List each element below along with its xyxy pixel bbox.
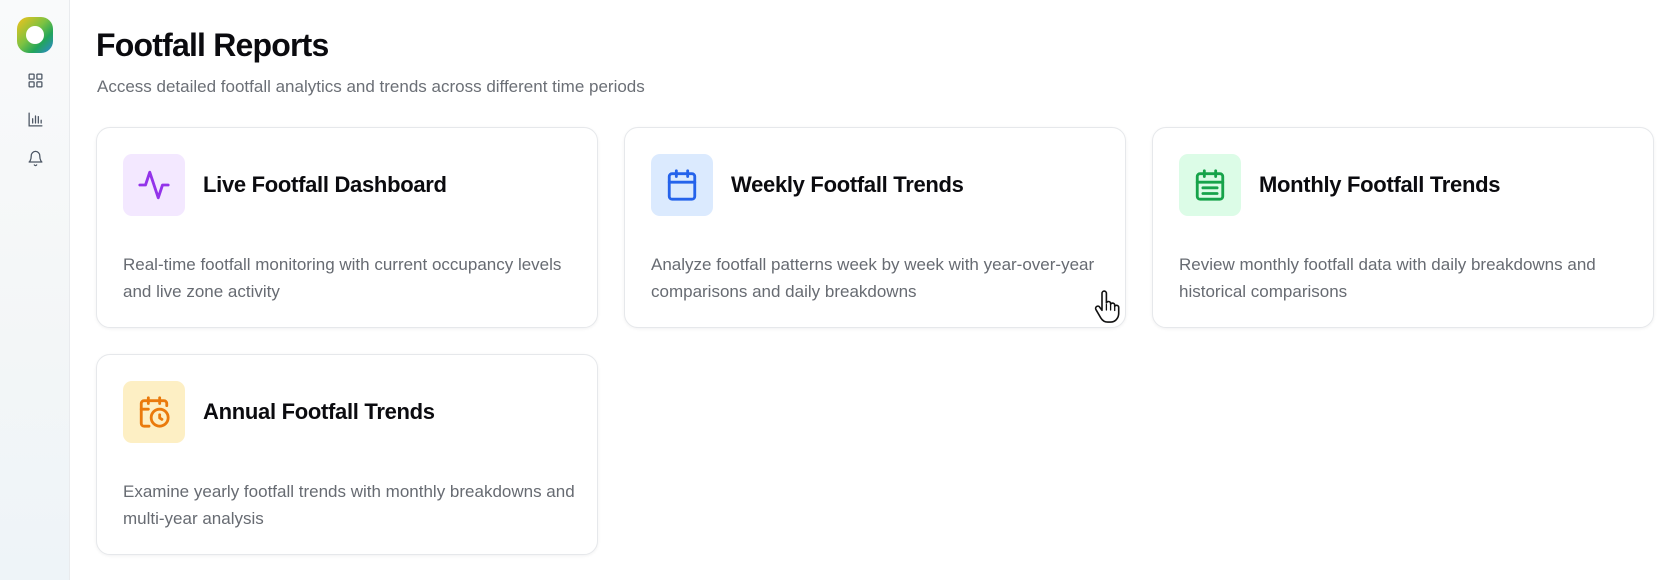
report-card-live[interactable]: Live Footfall Dashboard Real-time footfa…: [96, 127, 598, 328]
card-description: Real-time footfall monitoring with curre…: [123, 255, 562, 301]
report-card-annual[interactable]: Annual Footfall Trends Examine yearly fo…: [96, 354, 598, 555]
app-logo[interactable]: [17, 17, 53, 53]
grid-icon[interactable]: [25, 70, 45, 90]
calendar-list-icon: [1179, 154, 1241, 216]
activity-icon: [123, 154, 185, 216]
report-card-weekly[interactable]: Weekly Footfall Trends Analyze footfall …: [624, 127, 1126, 328]
card-title: Weekly Footfall Trends: [731, 172, 964, 197]
card-title: Live Footfall Dashboard: [203, 172, 447, 197]
page-title: Footfall Reports: [96, 27, 329, 63]
card-title: Monthly Footfall Trends: [1259, 172, 1501, 197]
calendar-icon: [651, 154, 713, 216]
bell-icon[interactable]: [25, 148, 45, 168]
card-description: Examine yearly footfall trends with mont…: [123, 482, 575, 528]
card-title: Annual Footfall Trends: [203, 399, 435, 424]
bar-chart-icon[interactable]: [25, 109, 45, 129]
report-card-monthly[interactable]: Monthly Footfall Trends Review monthly f…: [1152, 127, 1654, 328]
calendar-clock-icon: [123, 381, 185, 443]
card-description: Review monthly footfall data with daily …: [1179, 255, 1596, 301]
page-subtitle: Access detailed footfall analytics and t…: [97, 77, 645, 96]
logo-mark: [26, 26, 44, 44]
sidebar: [0, 0, 70, 580]
card-description: Analyze footfall patterns week by week w…: [651, 255, 1095, 301]
